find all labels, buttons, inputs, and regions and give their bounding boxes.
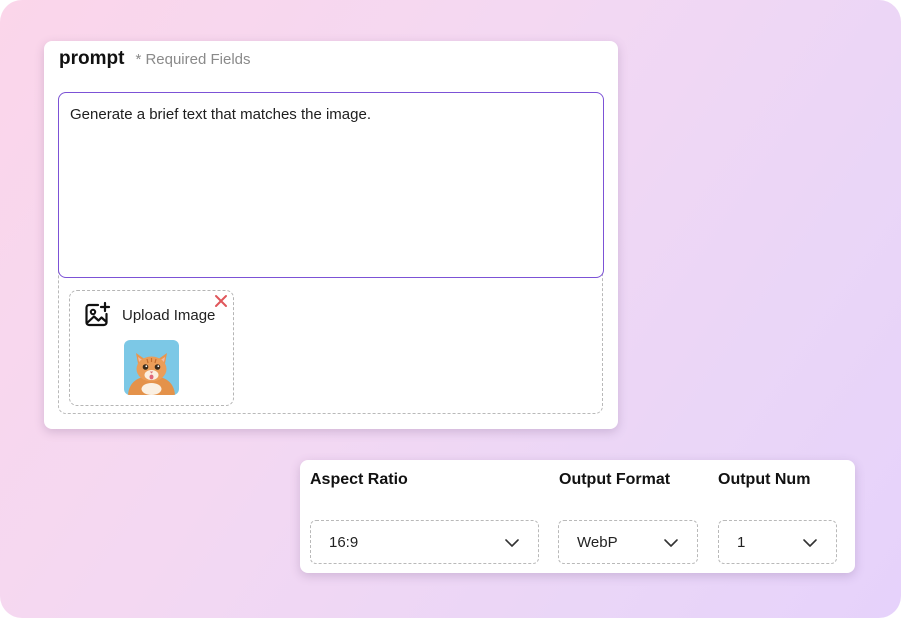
chevron-down-icon (664, 539, 678, 547)
image-add-icon (85, 301, 111, 327)
chevron-down-icon (505, 539, 519, 547)
close-icon[interactable] (213, 293, 229, 309)
output-format-value: WebP (577, 534, 618, 551)
upload-image-box[interactable]: Upload Image (69, 290, 234, 406)
output-num-label: Output Num (718, 471, 811, 488)
page-background: prompt * Required Fields Generate a brie… (0, 0, 901, 618)
chevron-down-icon (803, 539, 817, 547)
prompt-text: Generate a brief text that matches the i… (70, 106, 371, 123)
prompt-card: prompt * Required Fields Generate a brie… (44, 41, 618, 429)
output-settings-card: Aspect Ratio Output Format Output Num 16… (300, 460, 855, 573)
aspect-ratio-label: Aspect Ratio (310, 471, 408, 488)
aspect-ratio-select[interactable]: 16:9 (310, 520, 539, 564)
uploaded-image-thumbnail (124, 340, 179, 395)
prompt-title: prompt (59, 48, 125, 69)
output-format-label: Output Format (559, 471, 671, 488)
upload-image-label: Upload Image (122, 307, 216, 324)
required-fields-note: * Required Fields (135, 51, 251, 68)
output-num-value: 1 (737, 534, 746, 551)
prompt-input-area: Generate a brief text that matches the i… (58, 92, 604, 414)
output-num-select[interactable]: 1 (718, 520, 837, 564)
output-format-select[interactable]: WebP (558, 520, 698, 564)
prompt-header: prompt * Required Fields (59, 48, 251, 70)
prompt-textarea[interactable]: Generate a brief text that matches the i… (58, 92, 604, 278)
aspect-ratio-value: 16:9 (329, 534, 359, 551)
